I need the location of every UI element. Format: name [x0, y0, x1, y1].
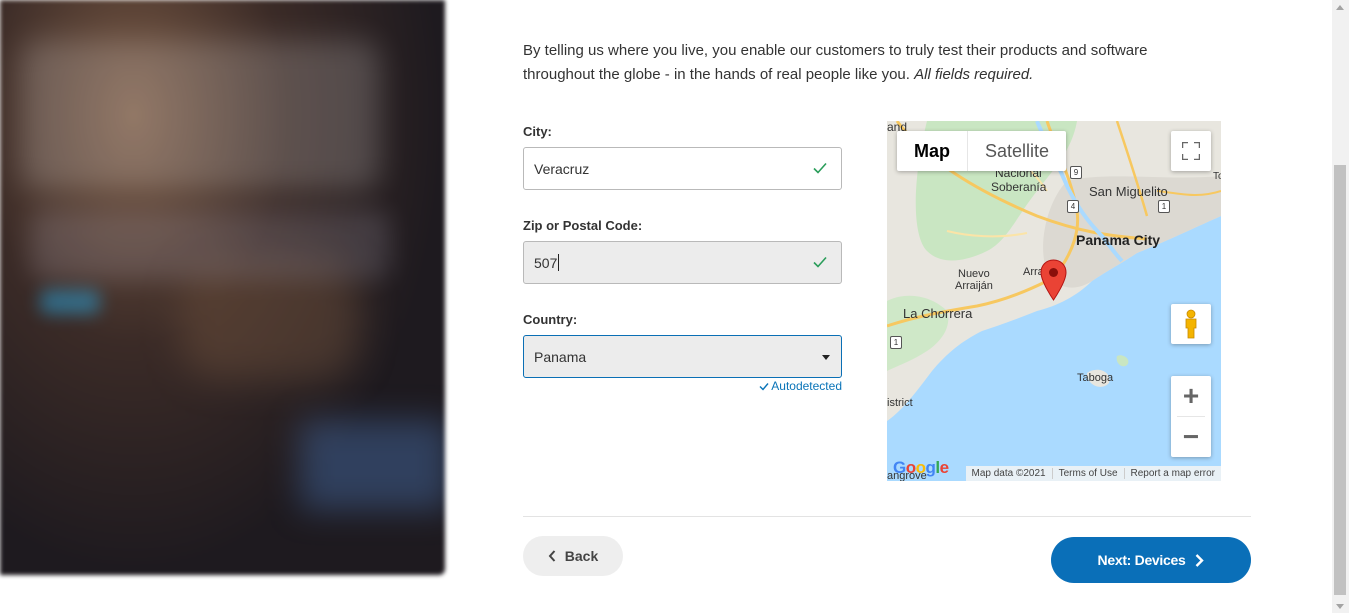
map-label: Arraiján	[955, 280, 993, 292]
check-icon	[813, 162, 827, 174]
city-input[interactable]: Veracruz	[523, 147, 842, 190]
scroll-down-icon[interactable]	[1336, 604, 1344, 609]
map-label: Nuevo	[958, 268, 990, 280]
zip-label: Zip or Postal Code:	[523, 218, 643, 233]
country-value: Panama	[534, 348, 587, 365]
highway-shield: 4	[1067, 200, 1079, 213]
highway-shield: 1	[1158, 200, 1170, 213]
page-heading-cut	[523, 0, 603, 6]
chevron-left-icon	[548, 550, 556, 562]
map-type-control: Map Satellite	[897, 131, 1067, 171]
map-label: To	[1213, 171, 1221, 182]
zip-input[interactable]: 507	[523, 241, 842, 284]
fullscreen-button[interactable]	[1171, 131, 1211, 171]
map-type-satellite-button[interactable]: Satellite	[967, 131, 1066, 171]
country-label: Country:	[523, 312, 578, 327]
autodetected-note: Autodetected	[756, 379, 842, 393]
map-attribution: Map data ©2021 Terms of Use Report a map…	[965, 466, 1221, 481]
back-button[interactable]: Back	[523, 536, 623, 576]
map-data-credit: Map data ©2021	[966, 468, 1053, 479]
highway-shield: 1	[890, 336, 902, 349]
country-select[interactable]: Panama	[523, 335, 842, 378]
terms-of-use-link[interactable]: Terms of Use	[1053, 468, 1125, 479]
intro-text: By telling us where you live, you enable…	[523, 42, 1148, 83]
divider	[523, 516, 1251, 517]
page-scrollbar[interactable]	[1332, 0, 1349, 613]
zoom-out-button[interactable]: −	[1171, 417, 1211, 457]
next-devices-button[interactable]: Next: Devices	[1051, 537, 1251, 583]
report-map-error-link[interactable]: Report a map error	[1125, 468, 1221, 479]
check-icon	[813, 256, 827, 268]
map-label: San Miguelito	[1089, 184, 1168, 199]
scroll-up-icon[interactable]	[1336, 5, 1344, 10]
map-pin-icon[interactable]	[1040, 259, 1067, 302]
map-label: Panama City	[1076, 232, 1161, 248]
zoom-in-button[interactable]: +	[1171, 376, 1211, 416]
map-label: istrict	[887, 397, 913, 409]
chevron-right-icon	[1196, 553, 1205, 567]
map-label: Taboga	[1077, 372, 1114, 384]
fullscreen-icon	[1182, 142, 1200, 160]
back-button-label: Back	[564, 548, 599, 564]
city-value: Veracruz	[534, 160, 590, 177]
hero-image	[0, 0, 445, 575]
city-label: City:	[523, 124, 552, 139]
pegman-icon	[1185, 309, 1197, 339]
location-map[interactable]: and Nacional Soberanía San Miguelito Pan…	[887, 121, 1221, 481]
scroll-thumb[interactable]	[1334, 165, 1346, 595]
next-button-label: Next: Devices	[1097, 552, 1186, 568]
text-cursor	[558, 254, 560, 271]
required-note: All fields required.	[914, 66, 1034, 83]
google-logo: Google	[893, 458, 949, 477]
map-type-map-button[interactable]: Map	[897, 131, 967, 171]
zip-value: 507	[534, 254, 558, 271]
street-view-button[interactable]	[1171, 304, 1211, 344]
check-icon	[759, 383, 769, 391]
caret-down-icon	[822, 355, 830, 360]
zoom-control: + −	[1171, 376, 1211, 457]
map-label: La Chorrera	[903, 306, 973, 321]
map-label: Soberanía	[991, 180, 1047, 194]
highway-shield: 9	[1070, 166, 1082, 179]
